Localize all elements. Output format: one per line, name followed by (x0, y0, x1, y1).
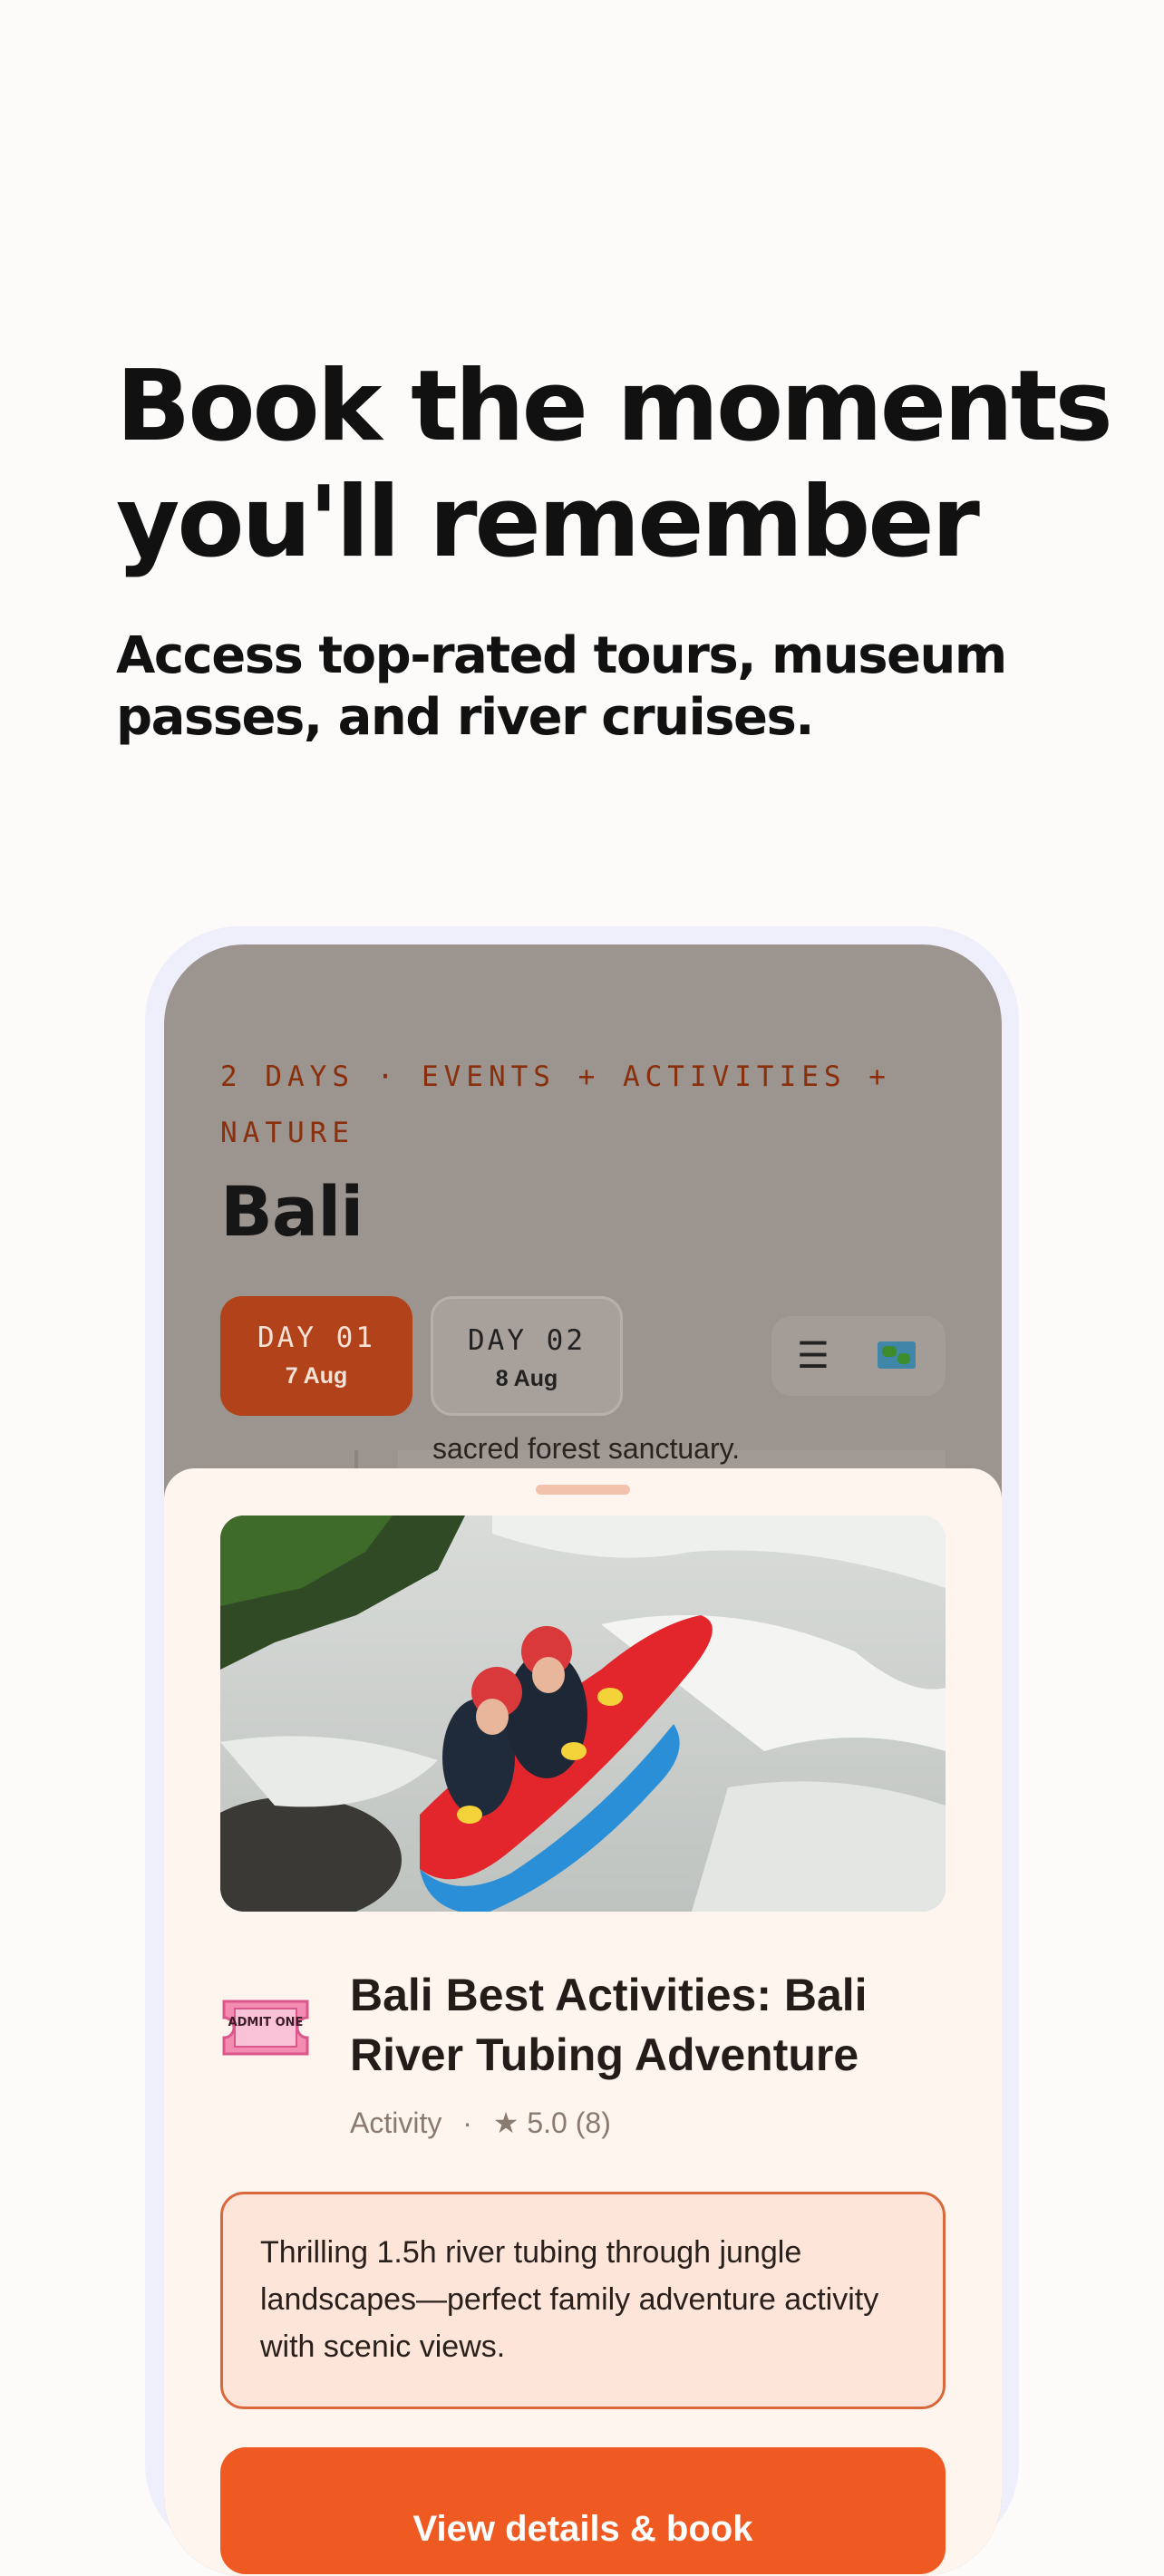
view-details-book-button[interactable]: View details & book (220, 2447, 946, 2574)
activity-category: Activity (350, 2106, 442, 2139)
day-tab-02[interactable]: DAY 02 8 Aug (431, 1296, 623, 1416)
phone-screen: 2 DAYS · EVENTS + ACTIVITIES + NATURE Ba… (164, 944, 1002, 2576)
sheet-grabber-handle[interactable] (536, 1485, 630, 1495)
day-tab-01[interactable]: DAY 01 7 Aug (220, 1296, 412, 1416)
meta-separator: · (462, 2106, 472, 2139)
hero-headline: Book the moments you'll remember (116, 350, 1113, 579)
trip-eyebrow: 2 DAYS · EVENTS + ACTIVITIES + NATURE (220, 1060, 891, 1149)
day-tab-date: 8 Aug (495, 1366, 558, 1391)
map-icon[interactable] (878, 1341, 916, 1369)
activity-title[interactable]: Bali Best Activities: Bali River Tubing … (350, 1965, 930, 2085)
activity-bottom-sheet: ADMIT ONE Bali Best Activities: Bali Riv… (164, 1468, 1002, 2576)
list-icon[interactable]: ☰ (797, 1334, 829, 1378)
day-tab-label: DAY 01 (257, 1322, 375, 1354)
activity-rating: ★ 5.0 (8) (492, 2106, 611, 2139)
trip-title: Bali (220, 1171, 364, 1252)
activity-description-box: Thrilling 1.5h river tubing through jung… (220, 2192, 946, 2409)
peek-card-text: sacred forest sanctuary. (432, 1432, 741, 1465)
admit-one-ticket-icon: ADMIT ONE (222, 2000, 309, 2056)
day-tab-date: 7 Aug (285, 1363, 348, 1389)
activity-meta: Activity · ★ 5.0 (8) (350, 2105, 611, 2141)
view-toggle: ☰ (771, 1316, 946, 1396)
svg-text:ADMIT ONE: ADMIT ONE (228, 2016, 304, 2029)
river-tubing-photo (220, 1516, 946, 1912)
day-tab-label: DAY 02 (468, 1324, 586, 1357)
hero-subhead: Access top-rated tours, museum passes, a… (116, 626, 1007, 747)
activity-description: Thrilling 1.5h river tubing through jung… (260, 2235, 879, 2364)
